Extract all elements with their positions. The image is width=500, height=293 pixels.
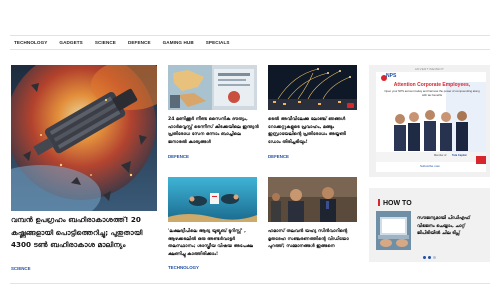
- carousel-dot-2[interactable]: [428, 256, 431, 259]
- card-headline-4[interactable]: ഹമാസ് തലവൻ യഹ്യ സിൻവാറിന്റെ മൃതദേഹ സഞ്ചര…: [268, 228, 360, 251]
- ad-corner-badge: [476, 156, 486, 164]
- card-image-1[interactable]: [168, 65, 257, 110]
- hero-headline[interactable]: വമ്പൻ ഉപഗ്രഹം ബഹിരാകാശത്ത്‌! 20 കഷ്ണങ്ങള…: [11, 214, 159, 252]
- military-map-illustration: [168, 65, 257, 110]
- underwater-divers-illustration: [168, 177, 257, 222]
- nav-item-specials[interactable]: SPECIALS: [206, 40, 230, 45]
- hero-tag[interactable]: SCIENCE: [11, 266, 31, 271]
- howto-headline[interactable]: സൗജന്യമായി പിഡിഎഫ് വിഭജനം ചെയ്യാം, ചാറ്റ…: [417, 215, 487, 238]
- card-headline-2[interactable]: ടെൽ അവീവിലേക്കു ലോഞ്ച് ഞങ്ങൾ റോക്കറ്റുകള…: [268, 116, 360, 146]
- advertisement-label: ADVERTISEMENT: [414, 67, 445, 71]
- card-tag-3[interactable]: TECHNOLOGY: [168, 265, 199, 270]
- nav-item-gaming-hub[interactable]: GAMING HUB: [163, 40, 194, 45]
- ad-footer-brand: Tata Capital: [452, 154, 467, 157]
- nav-item-technology[interactable]: TECHNOLOGY: [14, 40, 47, 45]
- card-image-3[interactable]: [168, 177, 257, 222]
- card-tag-1[interactable]: DEFENCE: [168, 154, 189, 159]
- howto-accent-bar: [378, 199, 380, 206]
- card-headline-3[interactable]: 'ലക്ഷദ്വീപിലെ ആദ്യ യൂട്യൂബ് ടൂറിസ്റ്റ്' …: [168, 228, 260, 258]
- hero-image[interactable]: [11, 65, 157, 211]
- howto-heading: HOW TO: [378, 199, 412, 207]
- ad-headline: Attention Corporate Employees,: [393, 82, 471, 88]
- howto-image[interactable]: [376, 211, 411, 250]
- carousel-dot-1[interactable]: [423, 256, 426, 259]
- card-tag-2[interactable]: DEFENCE: [268, 154, 289, 159]
- section-nav: TECHNOLOGY GADGETS SCIENCE DEFENCE GAMIN…: [10, 35, 490, 50]
- advertisement-creative[interactable]: NPS Attention Corporate Employees, Open …: [376, 72, 486, 172]
- ad-cta[interactable]: Subscribe now: [420, 164, 440, 168]
- nav-item-science[interactable]: SCIENCE: [95, 40, 116, 45]
- ad-footer: Member of: [434, 154, 447, 157]
- carousel-dot-3[interactable]: [433, 256, 436, 259]
- card-headline-1[interactable]: 24 മണിക്കൂർ നീണ്ട സൈനിക ദൗത്യം, ഹാർവ്വെസ…: [168, 116, 260, 146]
- satellite-explosion-illustration: [11, 65, 157, 211]
- bottom-divider: [10, 283, 490, 284]
- night-sky-rockets-illustration: [268, 65, 357, 110]
- ad-brand: NPS: [386, 73, 397, 79]
- carousel-dots: [423, 256, 436, 259]
- laptop-hands-illustration: [376, 211, 411, 250]
- howto-heading-label: HOW TO: [383, 200, 412, 207]
- card-image-2[interactable]: [268, 65, 357, 110]
- card-image-4[interactable]: [268, 177, 357, 222]
- nav-item-defence[interactable]: DEFENCE: [128, 40, 151, 45]
- ad-subline: Open your NPS account today and harness …: [384, 89, 480, 97]
- press-photo-illustration: [268, 177, 357, 222]
- nav-item-gadgets[interactable]: GADGETS: [59, 40, 82, 45]
